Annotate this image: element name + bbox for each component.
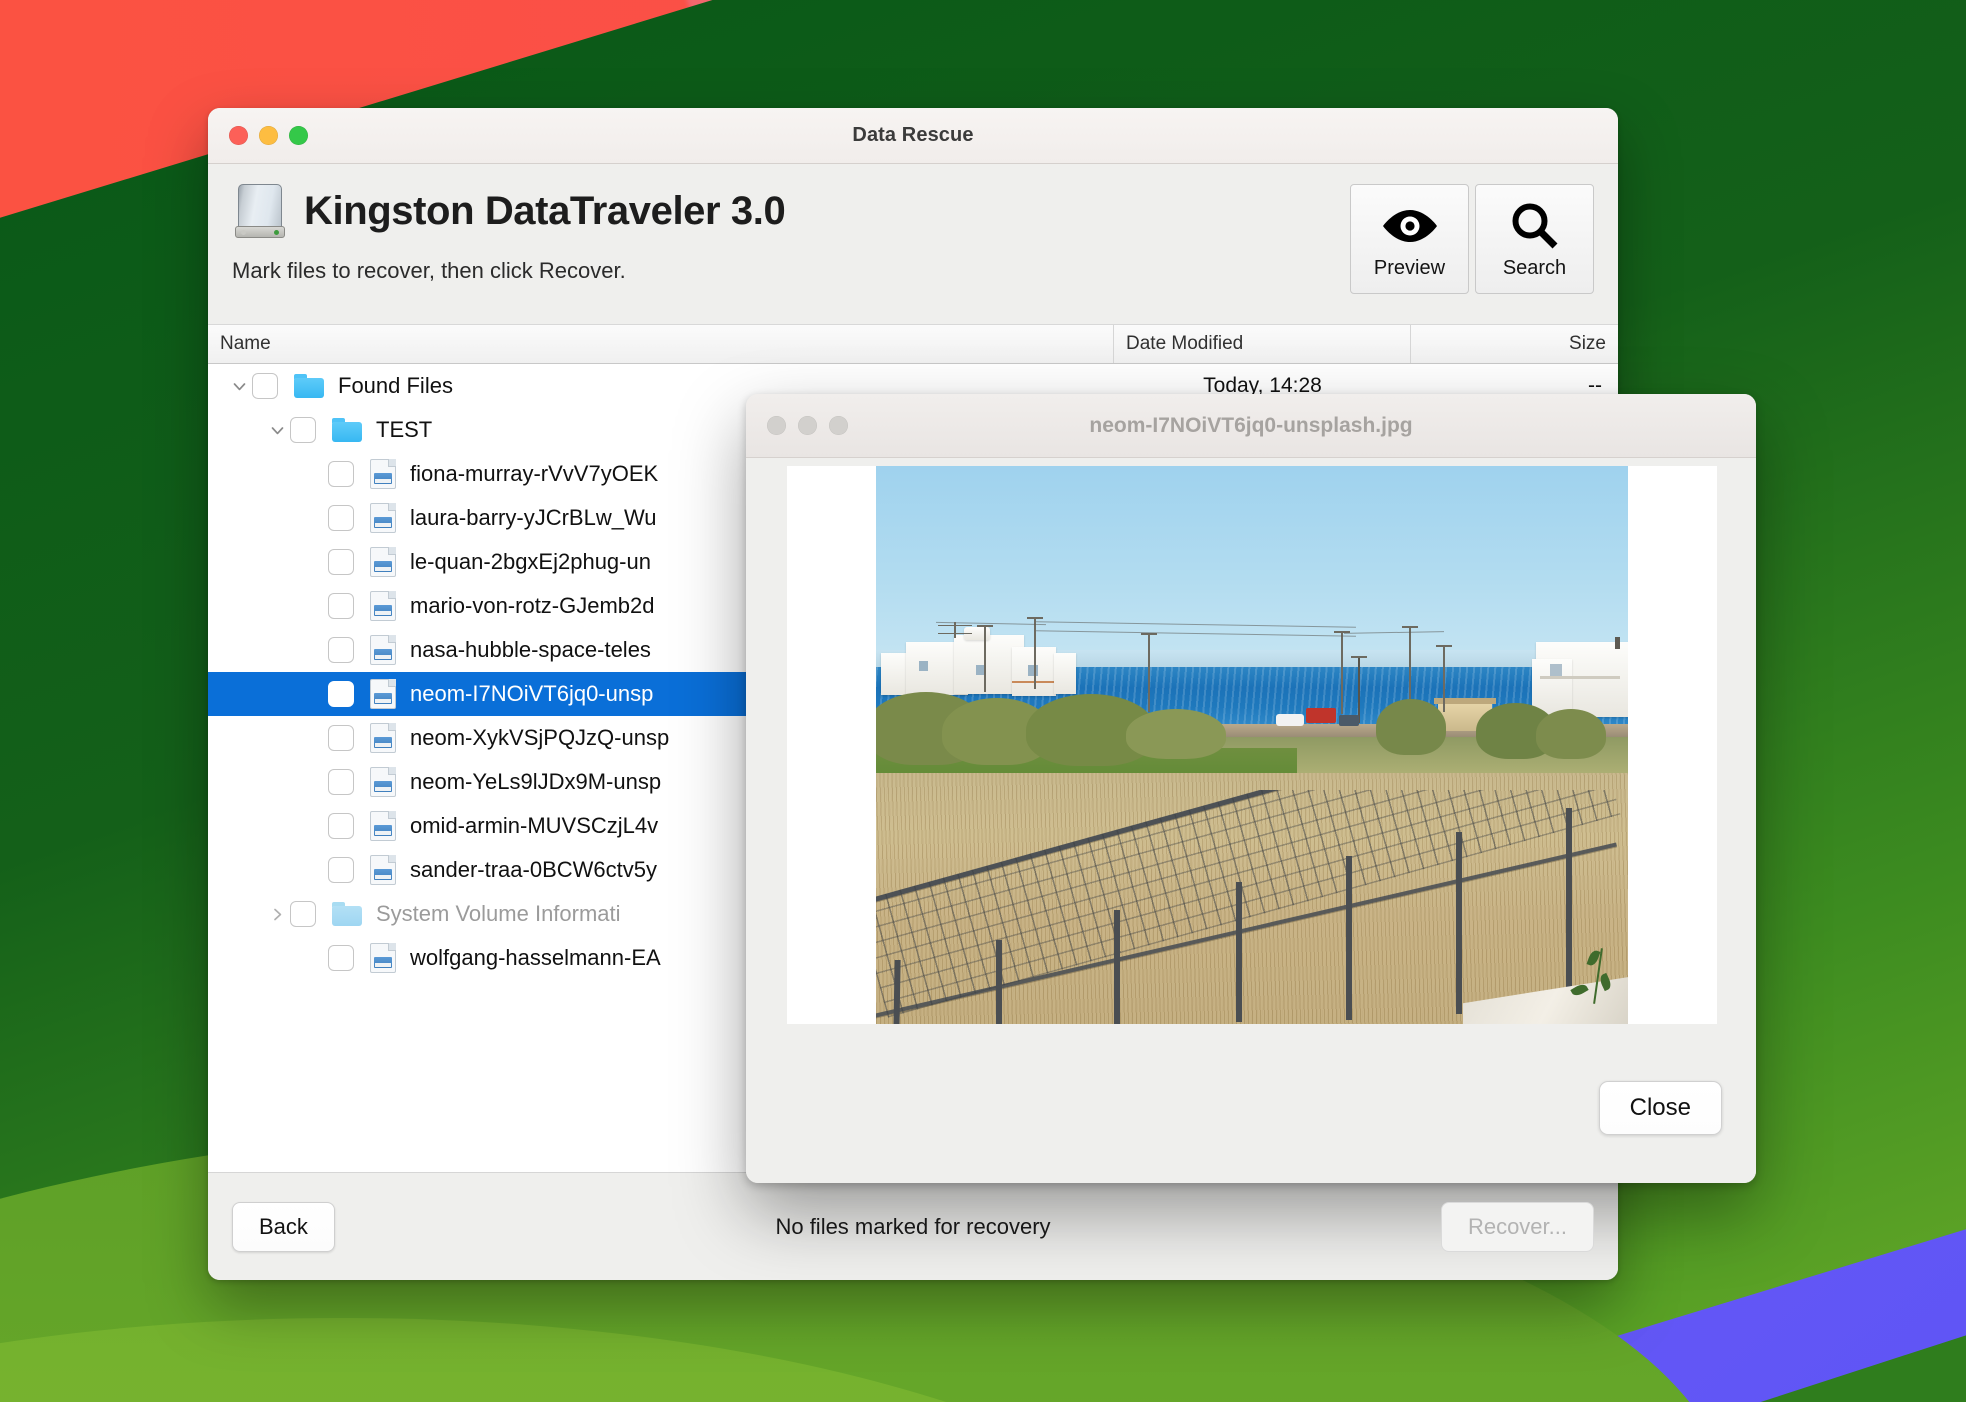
image-file-icon <box>370 811 396 841</box>
image-file-icon <box>370 723 396 753</box>
row-checkbox[interactable] <box>328 505 354 531</box>
status-text: No files marked for recovery <box>775 1213 1051 1239</box>
image-file-icon <box>370 547 396 577</box>
image-file-icon <box>370 503 396 533</box>
preview-image <box>876 466 1628 1024</box>
column-header-size[interactable]: Size <box>1411 325 1618 363</box>
disclosure-triangle-down-icon[interactable] <box>226 378 252 395</box>
preview-button-label: Preview <box>1373 256 1446 279</box>
image-file-icon <box>370 459 396 489</box>
preview-body: Close <box>746 458 1756 1183</box>
row-name-label: wolfgang-hasselmann-EA <box>410 945 661 970</box>
column-header-name[interactable]: Name <box>208 325 1114 363</box>
row-name-label: omid-armin-MUVSCzjL4v <box>410 813 659 838</box>
preview-image-canvas <box>787 466 1717 1024</box>
row-name-label: TEST <box>376 417 433 442</box>
search-button[interactable]: Search <box>1475 184 1594 294</box>
row-name-label: System Volume Informati <box>376 901 621 926</box>
row-checkbox[interactable] <box>290 901 316 927</box>
image-file-icon <box>370 635 396 665</box>
row-name-label: laura-barry-yJCrBLw_Wu <box>410 505 657 530</box>
row-name-label: neom-I7NOiVT6jq0-unsp <box>410 681 654 706</box>
row-name-label: nasa-hubble-space-teles <box>410 637 651 662</box>
column-header-date-modified[interactable]: Date Modified <box>1114 325 1411 363</box>
row-name-label: sander-traa-0BCW6ctv5y <box>410 857 657 882</box>
row-checkbox[interactable] <box>328 725 354 751</box>
row-checkbox[interactable] <box>328 637 354 663</box>
preview-window-title: neom-I7NOiVT6jq0-unsplash.jpg <box>1089 413 1413 437</box>
window-footer: Back No files marked for recovery Recove… <box>208 1172 1618 1280</box>
close-preview-button[interactable]: Close <box>1598 1081 1722 1135</box>
row-checkbox[interactable] <box>328 857 354 883</box>
image-file-icon <box>370 855 396 885</box>
folder-icon <box>332 902 362 926</box>
preview-titlebar: neom-I7NOiVT6jq0-unsplash.jpg <box>746 394 1756 458</box>
row-checkbox[interactable] <box>252 373 278 399</box>
window-title: Data Rescue <box>852 124 974 146</box>
row-name-label: mario-von-rotz-GJemb2d <box>410 593 655 618</box>
row-checkbox[interactable] <box>328 461 354 487</box>
row-checkbox[interactable] <box>290 417 316 443</box>
column-header-row: Name Date Modified Size <box>208 324 1618 364</box>
external-drive-icon <box>232 182 288 240</box>
row-checkbox[interactable] <box>328 945 354 971</box>
window-header: Kingston DataTraveler 3.0 Mark files to … <box>208 164 1618 324</box>
row-name-label: le-quan-2bgxEj2phug-un <box>410 549 651 574</box>
row-name-label: Found Files <box>338 373 453 398</box>
page-title: Kingston DataTraveler 3.0 <box>304 188 786 233</box>
recover-button[interactable]: Recover... <box>1440 1201 1594 1252</box>
image-file-icon <box>370 679 396 709</box>
row-name-label: neom-XykVSjPQJzQ-unsp <box>410 725 670 750</box>
row-checkbox[interactable] <box>328 769 354 795</box>
magnifier-icon <box>1509 199 1561 253</box>
fence-overlay <box>876 789 1628 1024</box>
row-name-label: fiona-murray-rVvV7yOEK <box>410 461 659 486</box>
disclosure-triangle-right-icon[interactable] <box>264 906 290 923</box>
image-file-icon <box>370 591 396 621</box>
image-file-icon <box>370 767 396 797</box>
folder-icon <box>294 374 324 398</box>
image-file-icon <box>370 943 396 973</box>
row-checkbox[interactable] <box>328 593 354 619</box>
row-checkbox[interactable] <box>328 813 354 839</box>
eye-icon <box>1380 199 1440 253</box>
folder-icon <box>332 418 362 442</box>
disclosure-triangle-down-icon[interactable] <box>264 422 290 439</box>
search-button-label: Search <box>1502 256 1567 279</box>
row-checkbox[interactable] <box>328 681 354 707</box>
window-titlebar: Data Rescue <box>208 108 1618 164</box>
row-name-label: neom-YeLs9lJDx9M-unsp <box>410 769 662 794</box>
preview-button[interactable]: Preview <box>1350 184 1469 294</box>
preview-footer: Close <box>746 1033 1756 1183</box>
image-preview-window: neom-I7NOiVT6jq0-unsplash.jpg Close <box>746 394 1756 1183</box>
back-button[interactable]: Back <box>232 1201 335 1252</box>
toolbar: Preview Search <box>1350 184 1594 294</box>
row-checkbox[interactable] <box>328 549 354 575</box>
